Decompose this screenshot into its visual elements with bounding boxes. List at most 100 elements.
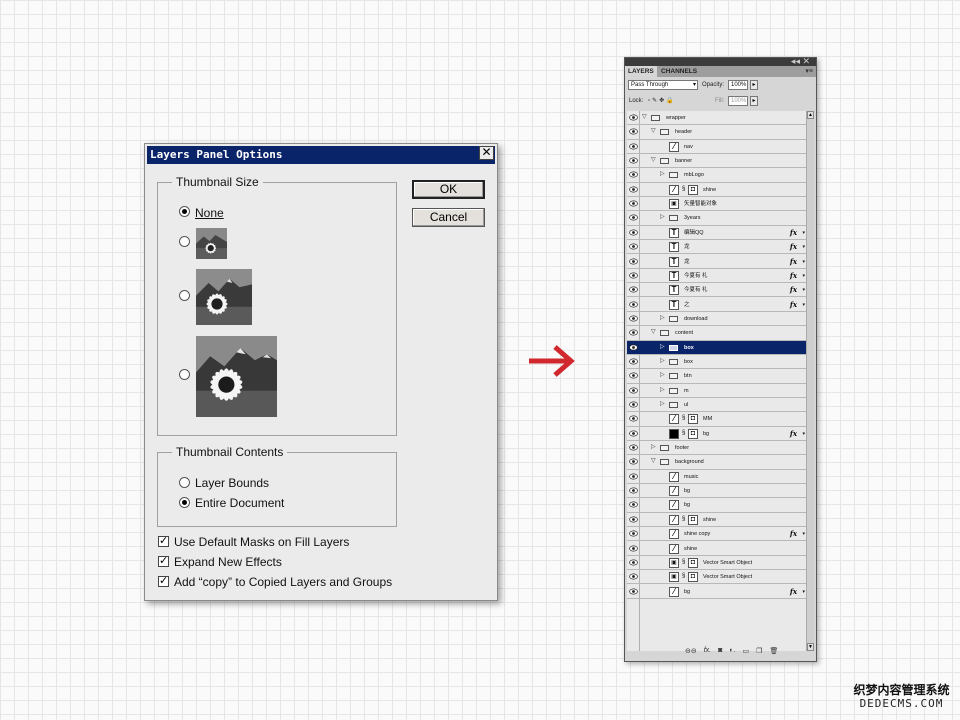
radio-thumbnail-medium[interactable] bbox=[179, 290, 190, 301]
eye-icon[interactable] bbox=[629, 458, 638, 465]
mask-thumbnail-icon[interactable]: ◘ bbox=[688, 184, 698, 195]
layer-row[interactable]: T 之 fx ▾ bbox=[627, 298, 807, 312]
triangle-right-icon[interactable]: ▷ bbox=[660, 315, 665, 322]
layer-row[interactable]: ▽ content bbox=[627, 326, 807, 341]
layer-row[interactable]: ⁄ bg fx ▾ bbox=[627, 585, 807, 599]
tab-channels[interactable]: CHANNELS bbox=[658, 66, 700, 77]
triangle-right-icon[interactable]: ▷ bbox=[651, 444, 656, 451]
close-button[interactable]: ✕ bbox=[479, 146, 494, 160]
eye-icon[interactable] bbox=[629, 200, 638, 207]
tab-layers[interactable]: LAYERS bbox=[625, 66, 657, 77]
layer-row[interactable]: ▣ 矢量智能对象 bbox=[627, 197, 807, 212]
add-copy-label[interactable]: Add “copy” to Copied Layers and Groups bbox=[174, 575, 392, 589]
radio-thumbnail-small[interactable] bbox=[179, 236, 190, 247]
layer-row[interactable]: T 编辑QQ fx ▾ bbox=[627, 226, 807, 241]
mask-thumbnail-icon[interactable]: ◘ bbox=[688, 428, 698, 439]
fill-slider-button[interactable]: ▸ bbox=[750, 96, 758, 106]
triangle-down-icon[interactable]: ▽ bbox=[651, 128, 656, 135]
layer-row[interactable]: ⁄ nav bbox=[627, 140, 807, 154]
layer-row[interactable]: ⁄ shine bbox=[627, 542, 807, 556]
layer-row[interactable]: ▷ box bbox=[627, 355, 807, 370]
eye-icon[interactable] bbox=[629, 315, 638, 322]
eye-icon[interactable] bbox=[629, 430, 638, 437]
layer-row[interactable]: T 今夏有 礼 fx ▾ bbox=[627, 283, 807, 298]
triangle-down-icon[interactable]: ▽ bbox=[651, 458, 656, 465]
thumbnail-medium-preview[interactable] bbox=[196, 269, 252, 325]
eye-icon[interactable] bbox=[629, 329, 638, 336]
eye-icon[interactable] bbox=[629, 487, 638, 494]
radio-layer-bounds[interactable] bbox=[179, 477, 190, 488]
layer-row[interactable]: ▷ btn bbox=[627, 369, 807, 384]
checkbox-expand-effects[interactable]: ✓ bbox=[158, 556, 169, 567]
trash-icon[interactable]: 🗑 bbox=[769, 647, 778, 657]
fx-expand-icon[interactable]: ▾ bbox=[802, 255, 805, 269]
eye-icon[interactable] bbox=[629, 358, 638, 365]
panel-menu-icon[interactable]: ▾≡ bbox=[805, 67, 813, 75]
layer-row[interactable]: § ◘ bg fx ▾ bbox=[627, 427, 807, 441]
triangle-right-icon[interactable]: ▷ bbox=[660, 401, 665, 408]
chain-link-icon[interactable]: § bbox=[682, 573, 685, 579]
eye-icon[interactable] bbox=[629, 114, 638, 121]
fx-icon[interactable]: fx bbox=[790, 283, 797, 297]
entire-document-label[interactable]: Entire Document bbox=[195, 496, 284, 510]
fx-icon[interactable]: fx bbox=[790, 269, 797, 283]
fx-icon[interactable]: fx bbox=[790, 298, 797, 312]
triangle-right-icon[interactable]: ▷ bbox=[660, 171, 665, 178]
fx-expand-icon[interactable]: ▾ bbox=[802, 269, 805, 283]
fx-icon[interactable]: fx bbox=[790, 255, 797, 269]
eye-icon[interactable] bbox=[629, 344, 638, 351]
fx-expand-icon[interactable]: ▾ bbox=[802, 427, 805, 441]
eye-icon[interactable] bbox=[629, 243, 638, 250]
layer-row[interactable]: ▷ m bbox=[627, 384, 807, 398]
chain-link-icon[interactable]: § bbox=[682, 186, 685, 192]
eye-icon[interactable] bbox=[629, 530, 638, 537]
expand-effects-label[interactable]: Expand New Effects bbox=[174, 555, 282, 569]
layer-row[interactable]: ▣ § ◘ Vector Smart Object bbox=[627, 570, 807, 585]
link-icon[interactable]: ⊖⊖ bbox=[685, 647, 697, 657]
mask-thumbnail-icon[interactable]: ◘ bbox=[688, 514, 698, 525]
triangle-down-icon[interactable]: ▽ bbox=[651, 329, 656, 336]
lock-icons[interactable]: ▫✎✥🔒 bbox=[648, 96, 676, 106]
fx-icon[interactable]: fx bbox=[790, 240, 797, 254]
new-layer-icon[interactable]: ❐ bbox=[756, 647, 762, 657]
thumbnail-small-preview[interactable] bbox=[196, 228, 227, 259]
layer-row[interactable]: ▽ wrapper bbox=[627, 111, 807, 126]
layer-row[interactable]: ⁄ bg bbox=[627, 484, 807, 499]
eye-icon[interactable] bbox=[629, 415, 638, 422]
triangle-down-icon[interactable]: ▽ bbox=[651, 157, 656, 164]
folder-icon[interactable]: ▭ bbox=[743, 647, 750, 657]
layer-row[interactable]: T 今夏有 礼 fx ▾ bbox=[627, 269, 807, 284]
fx-icon[interactable]: fx bbox=[790, 527, 797, 541]
layer-bounds-label[interactable]: Layer Bounds bbox=[195, 476, 269, 490]
mask-thumbnail-icon[interactable]: ◘ bbox=[688, 572, 698, 583]
triangle-right-icon[interactable]: ▷ bbox=[660, 387, 665, 394]
fx-expand-icon[interactable]: ▾ bbox=[802, 527, 805, 541]
layer-row[interactable]: ⁄ shine copy fx ▾ bbox=[627, 527, 807, 542]
triangle-right-icon[interactable]: ▷ bbox=[660, 358, 665, 365]
eye-icon[interactable] bbox=[629, 473, 638, 480]
adjustment-icon[interactable]: ◐. bbox=[729, 647, 735, 657]
eye-icon[interactable] bbox=[629, 559, 638, 566]
eye-icon[interactable] bbox=[629, 444, 638, 451]
layer-row[interactable]: ▷ mbLogo bbox=[627, 168, 807, 183]
eye-icon[interactable] bbox=[629, 272, 638, 279]
eye-icon[interactable] bbox=[629, 573, 638, 580]
eye-icon[interactable] bbox=[629, 157, 638, 164]
checkbox-add-copy[interactable]: ✓ bbox=[158, 576, 169, 587]
fx-icon[interactable]: fx bbox=[790, 585, 797, 599]
layer-row[interactable]: ▽ background bbox=[627, 455, 807, 470]
eye-icon[interactable] bbox=[629, 401, 638, 408]
radio-thumbnail-none[interactable] bbox=[179, 206, 190, 217]
chain-link-icon[interactable]: § bbox=[682, 430, 685, 436]
layer-row[interactable]: ▷ box bbox=[627, 340, 807, 355]
eye-icon[interactable] bbox=[629, 286, 638, 293]
eye-icon[interactable] bbox=[629, 186, 638, 193]
triangle-right-icon[interactable]: ▷ bbox=[660, 214, 665, 221]
chain-link-icon[interactable]: § bbox=[682, 415, 685, 421]
radio-thumbnail-large[interactable] bbox=[179, 369, 190, 380]
layer-row[interactable]: ⁄ § ◘ MM bbox=[627, 412, 807, 427]
fx-icon[interactable]: fx bbox=[790, 226, 797, 240]
fx-expand-icon[interactable]: ▾ bbox=[802, 298, 805, 312]
fx-expand-icon[interactable]: ▾ bbox=[802, 240, 805, 254]
default-masks-label[interactable]: Use Default Masks on Fill Layers bbox=[174, 535, 349, 549]
